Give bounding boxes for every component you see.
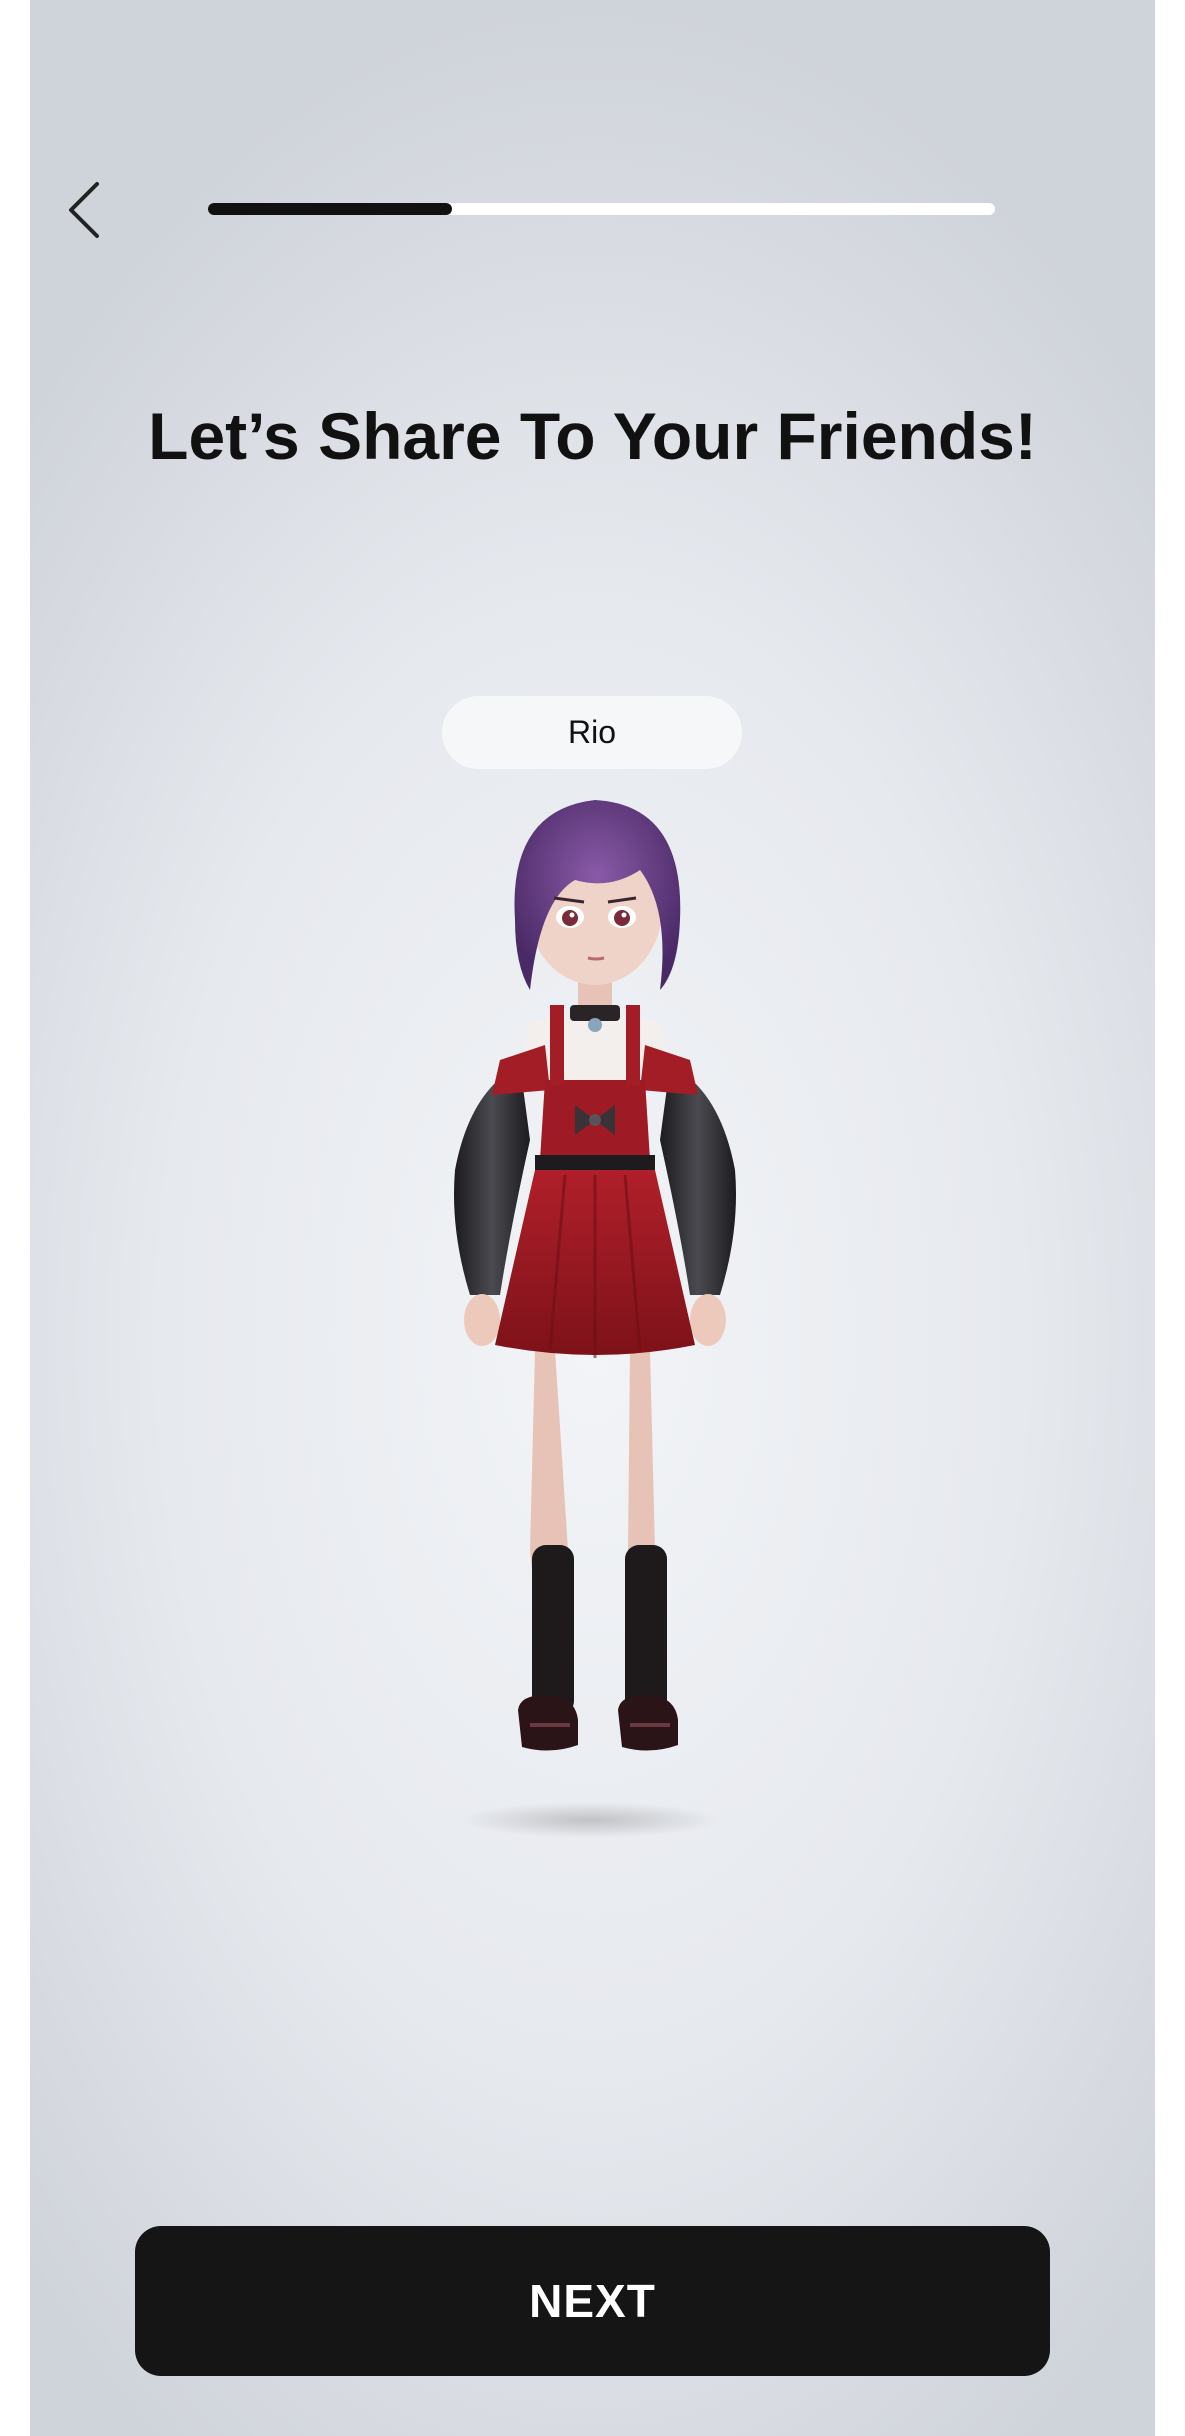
next-button-label: NEXT: [529, 2275, 656, 2327]
onboarding-screen: Let’s Share To Your Friends! Rio NEXT: [30, 0, 1155, 2436]
back-button[interactable]: [50, 170, 120, 250]
chevron-left-icon: [69, 182, 99, 238]
page-title: Let’s Share To Your Friends!: [148, 399, 1037, 473]
character-name-badge: Rio: [442, 696, 742, 769]
progress-bar: [208, 203, 995, 215]
character-name: Rio: [567, 714, 616, 750]
character-avatar-image: [454, 800, 736, 1838]
next-button[interactable]: NEXT: [135, 2226, 1050, 2376]
progress-bar-fill: [208, 203, 452, 215]
